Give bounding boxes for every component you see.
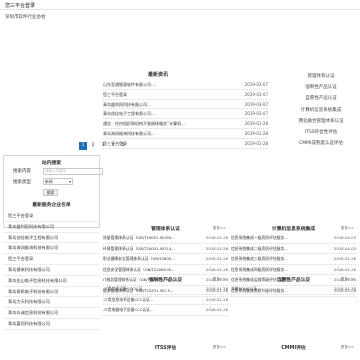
list-item[interactable]: 信息系统集成四级资质评估服务... 2018-01-26 — [231, 265, 356, 276]
news-item[interactable]: 山东亚通钢源软件有限公司-... 2019-03-07 — [103, 80, 268, 90]
page-button-3[interactable]: 3 — [99, 142, 107, 150]
list-item[interactable]: 青岛力天科技有限公司 — [3, 297, 100, 309]
news-item[interactable]: 青岛盛利阳科技有限公司... 2019-03-07 — [103, 100, 268, 110]
news-item[interactable]: 青岛海润维海科技有限公司... 2019-01-28 — [103, 129, 268, 139]
compulsory-product-section: 强制性产品认证 更多>> -IT类信息设备CCC认证... 2018-01-26 -… — [103, 275, 228, 316]
voluntary-product-section: 自愿性产品认证 更多>> 节能ROHS认证... 2018-01-30 — [231, 275, 356, 295]
list-item[interactable]: 信息安全管理体系认证（GB/T22080-IS... 2018-01-26 — [103, 265, 228, 276]
list-item[interactable]: 您三平台登录 — [3, 211, 100, 222]
news-item[interactable]: 通告：任何组织和机构不准借体服务“计算机... 2019-01-28 — [103, 119, 268, 129]
section-title: 计算机信息系统集成 — [271, 227, 316, 232]
more-link[interactable]: 更多>> — [213, 345, 226, 350]
list-item[interactable]: 质量管理体系认证（GB/T19001-ISO90... 2018-01-26 — [103, 233, 228, 244]
page-button-1[interactable]: 1 — [79, 142, 87, 150]
list-item[interactable]: 青岛盛利阳科技有限公司 — [3, 222, 100, 233]
quick-link-cmmi[interactable]: CMMI成熟度认证评估 — [286, 138, 356, 149]
news-pagination: 1 2 3 4 5 — [79, 142, 127, 150]
news-list: 山东亚通钢源软件有限公司-... 2019-03-07 您三平台登录 2019-03… — [103, 80, 268, 149]
page-button-2[interactable]: 2 — [89, 142, 97, 150]
section-title: 自愿性产品认证 — [276, 278, 311, 283]
section-title: 管理体系认证 — [151, 227, 180, 232]
list-item[interactable]: -IT类信息设备CCC认证... 2018-01-26 — [103, 284, 228, 295]
news-item[interactable]: 您三平台登录 2019-03-07 — [103, 90, 268, 100]
list-item[interactable]: 青岛金山电子信息科技有限公司 — [3, 276, 100, 287]
section-title: ITSS评估 — [154, 346, 177, 351]
quick-link-voluntary[interactable]: 自愿性产品认证 — [286, 93, 356, 104]
enterprise-list-title: 最新服务企业名单 — [32, 203, 71, 208]
quick-link-fusion[interactable]: 两化融合管理体系认证 — [286, 116, 356, 127]
list-item[interactable]: 职业健康安全管理体系认证（GB/T2800... 2018-01-26 — [103, 254, 228, 265]
section-title: CMMI评估 — [281, 346, 306, 351]
search-button[interactable]: 搜索 — [43, 189, 58, 196]
list-item[interactable]: 青岛捷来科技有限公司 — [3, 265, 100, 276]
list-item[interactable]: 青岛创佳电子工程有限公司 — [3, 233, 100, 244]
page-button-4[interactable]: 4 — [109, 142, 117, 150]
more-link[interactable]: 更多>> — [213, 226, 226, 231]
top-bar: 您三平台登录 — [0, 0, 360, 10]
list-item[interactable]: 信息系统集成一级资质评估服务... 2018-04-03 — [231, 233, 356, 244]
list-item[interactable]: 信息系统集成三级资质评估服务... 2018-01-26 — [231, 254, 356, 265]
list-item[interactable]: 青岛海润维海科技有限公司 — [3, 243, 100, 255]
search-input[interactable]: 请输入关键字 — [43, 168, 103, 175]
more-link[interactable]: 更多>> — [341, 226, 354, 231]
search-type-select[interactable]: 新闻 ▾ — [43, 178, 73, 185]
page-button-5[interactable]: 5 — [119, 142, 127, 150]
more-link[interactable]: 更多>> — [213, 277, 226, 282]
quick-link-integration[interactable]: 计算机信息系统集成 — [286, 105, 356, 116]
quick-links: 管理体系认证 强制性产品认证 自愿性产品认证 计算机信息系统集成 两化融合管理体… — [286, 71, 356, 149]
news-item[interactable]: 青岛创佳电子工程有限公司... 2019-03-07 — [103, 109, 268, 120]
cmmi-section: CMMI评估 更多>> — [231, 343, 356, 352]
list-item[interactable]: -IT类电器电子设备CCC认证... 2018-01-26 — [103, 305, 228, 316]
news-item[interactable]: 您三平台登录 2019-01-28 — [103, 139, 268, 149]
itss-section: ITSS评估 更多>> — [103, 343, 228, 352]
enterprise-list: 您三平台登录 青岛盛利阳科技有限公司 青岛创佳电子工程有限公司 青岛海润维海科技… — [3, 211, 100, 330]
list-item[interactable]: 青岛易帆电子科技有限公司 — [3, 287, 100, 298]
login-link[interactable]: 您三平台登录 — [5, 2, 35, 9]
more-link[interactable]: 更多>> — [341, 277, 354, 282]
search-content-label: 搜索内容 — [13, 169, 31, 174]
section-title: 强制性产品认证 — [148, 278, 183, 283]
more-link[interactable]: 更多>> — [341, 345, 354, 350]
search-title: 站内搜索 — [41, 161, 62, 166]
quick-link-itss[interactable]: ITSS符合性评估 — [286, 127, 356, 138]
chevron-down-icon: ▾ — [69, 179, 71, 184]
list-item[interactable]: -IT类信息技术设备CCC认证... 2018-01-26 — [103, 295, 228, 306]
list-item[interactable]: 青岛众诚信息科技有限公司 — [3, 308, 100, 319]
search-type-label: 搜索类型 — [13, 180, 31, 185]
list-item[interactable]: 信息系统集成二级资质评估服务... 2018-04-03 — [231, 244, 356, 255]
news-section-title: 最新资讯 — [148, 72, 169, 78]
quick-link-management[interactable]: 管理体系认证 — [286, 71, 356, 82]
list-item[interactable]: 您三平台登录 — [3, 254, 100, 265]
quick-link-ccc[interactable]: 强制性产品认证 — [286, 82, 356, 93]
list-item[interactable]: 环境管理体系认证（GB/T24001-ISO14... 2018-01-26 — [103, 244, 228, 255]
list-item[interactable]: 节能ROHS认证... 2018-01-30 — [231, 284, 356, 295]
site-subtitle: 深圳市软件行业协会 — [5, 15, 46, 20]
list-item[interactable]: 青岛嘉恒科技有限公司 — [3, 319, 100, 330]
